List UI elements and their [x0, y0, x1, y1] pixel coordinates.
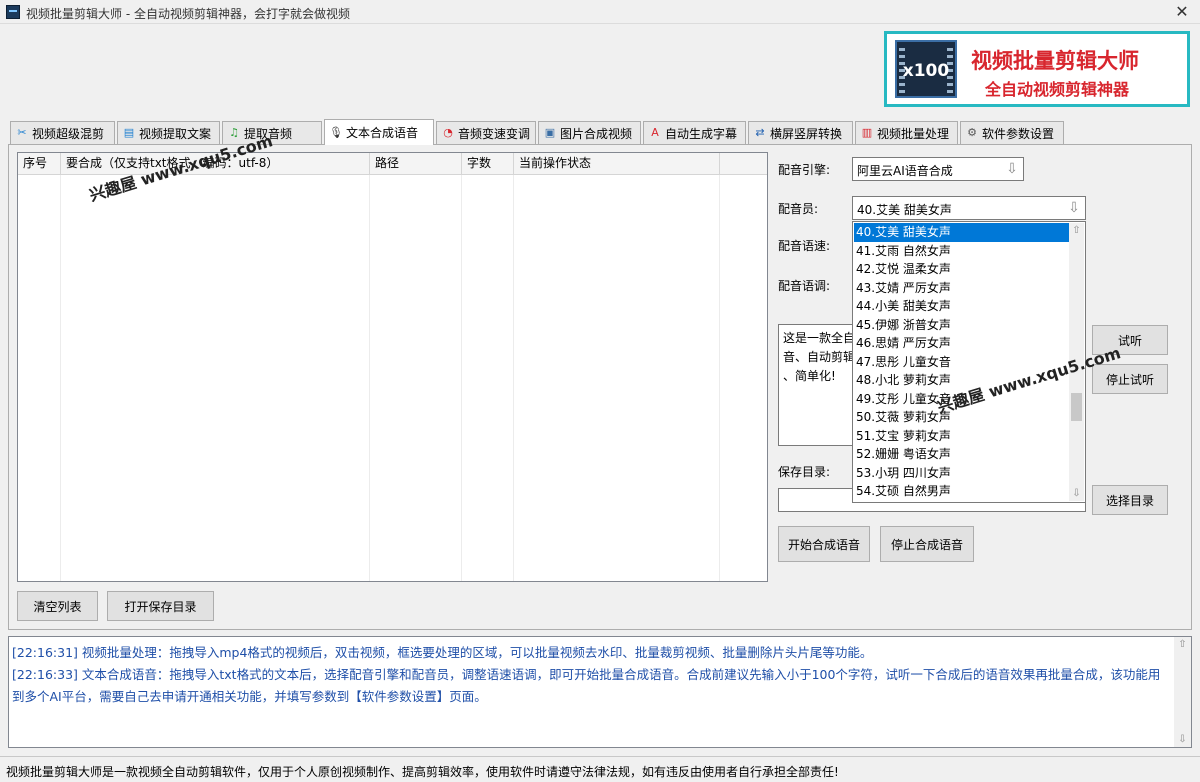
tab-label: 视频提取文案 — [139, 126, 212, 141]
column-divider — [60, 175, 61, 581]
voice-option[interactable]: 54.艾硕 自然男声 — [854, 482, 1070, 501]
tab-label: 视频批量处理 — [877, 126, 950, 141]
voice-option[interactable]: 41.艾雨 自然女声 — [854, 242, 1070, 261]
tab-label: 文本合成语音 — [346, 126, 419, 140]
voice-options: 40.艾美 甜美女声 41.艾雨 自然女声 42.艾悦 温柔女声 43.艾婧 严厉女声… — [854, 223, 1070, 501]
tab-label: 图片合成视频 — [560, 126, 633, 141]
picture-icon: ▣ — [544, 126, 556, 139]
voice-option[interactable]: 42.艾悦 温柔女声 — [854, 260, 1070, 279]
column-header-count[interactable]: 字数 — [462, 153, 514, 175]
logo-subtitle: 全自动视频剪辑神器 — [985, 80, 1130, 99]
column-header-status[interactable]: 当前操作状态 — [514, 153, 720, 175]
tab-1[interactable]: ✂ 视频超级混剪 — [10, 121, 115, 144]
tab-7[interactable]: A 自动生成字幕 — [643, 121, 746, 144]
status-bar: 视频批量剪辑大师是一款视频全自动剪辑软件，仅用于个人原创视频制作、提高剪辑效率，… — [0, 756, 1200, 782]
voice-option[interactable]: 51.艾宝 萝莉女声 — [854, 427, 1070, 446]
tab-2[interactable]: ▤ 视频提取文案 — [117, 121, 220, 144]
column-divider — [513, 175, 514, 581]
choose-dir-button[interactable]: 选择目录 — [1092, 485, 1168, 515]
save-dir-label: 保存目录: — [778, 465, 831, 479]
tab-label: 音频变速变调 — [457, 126, 530, 141]
voice-option[interactable]: 53.小玥 四川女声 — [854, 464, 1070, 483]
log-line: [22:16:31] 视频批量处理：拖拽导入mp4格式的视频后，双击视频，框选要… — [12, 645, 873, 660]
tab-8[interactable]: ⇄ 横屏竖屏转换 — [748, 121, 853, 144]
voice-option[interactable]: 45.伊娜 浙普女声 — [854, 316, 1070, 335]
chevron-down-icon: ⇩ — [1068, 200, 1080, 216]
tab-10[interactable]: ⚙ 软件参数设置 — [960, 121, 1064, 144]
scissors-icon: ✂ — [17, 126, 27, 139]
logo-banner: x100 视频批量剪辑大师 全自动视频剪辑神器 — [884, 31, 1190, 107]
document-icon: ▤ — [123, 126, 135, 139]
file-list[interactable]: 序号 要合成（仅支持txt格式，编码：utf-8） 路径 字数 当前操作状态 — [17, 152, 768, 582]
scroll-thumb[interactable] — [1071, 393, 1082, 421]
window-title: 视频批量剪辑大师 - 全自动视频剪辑神器，会打字就会做视频 — [26, 7, 350, 21]
column-header-index[interactable]: 序号 — [18, 153, 61, 175]
engine-label: 配音引擎: — [778, 163, 831, 177]
tab-4[interactable]: 🎙 文本合成语音 — [324, 119, 434, 145]
status-text: 视频批量剪辑大师是一款视频全自动剪辑软件，仅用于个人原创视频制作、提高剪辑效率，… — [6, 765, 839, 779]
gear-icon: ⚙ — [967, 126, 977, 139]
scroll-down-icon[interactable]: ⇩ — [1069, 486, 1084, 501]
tab-6[interactable]: ▣ 图片合成视频 — [538, 121, 641, 144]
close-button[interactable]: ✕ — [1170, 2, 1194, 22]
font-icon: A — [651, 126, 659, 139]
column-divider — [369, 175, 370, 581]
speed-label: 配音语速: — [778, 239, 831, 253]
voice-value: 40.艾美 甜美女声 — [857, 203, 952, 217]
microphone-icon: 🎙 — [329, 125, 343, 139]
log-panel[interactable]: [22:16:31] 视频批量处理：拖拽导入mp4格式的视频后，双击视频，框选要… — [8, 636, 1192, 748]
scroll-down-icon[interactable]: ⇩ — [1174, 732, 1191, 747]
stop-synthesis-button[interactable]: 停止合成语音 — [880, 526, 974, 562]
pitch-label: 配音语调: — [778, 279, 831, 293]
column-header-path[interactable]: 路径 — [370, 153, 462, 175]
log-scrollbar[interactable]: ⇧ ⇩ — [1174, 637, 1191, 747]
scroll-up-icon[interactable]: ⇧ — [1069, 223, 1084, 238]
log-line: [22:16:33] 文本合成语音：拖拽导入txt格式的文本后，选择配音引擎和配… — [12, 667, 1161, 704]
scroll-up-icon[interactable]: ⇧ — [1174, 637, 1191, 652]
voice-option[interactable]: 52.姗姗 粤语女声 — [854, 445, 1070, 464]
tab-5[interactable]: ◔ 音频变速变调 — [436, 121, 536, 144]
tab-label: 视频超级混剪 — [32, 126, 105, 141]
tab-9[interactable]: ▥ 视频批量处理 — [855, 121, 958, 144]
clear-list-button[interactable]: 清空列表 — [17, 591, 98, 621]
gauge-icon: ◔ — [443, 126, 453, 139]
column-divider — [461, 175, 462, 581]
column-divider — [719, 175, 720, 581]
chevron-down-icon: ⇩ — [1006, 161, 1018, 177]
film-icon: ▥ — [861, 126, 873, 139]
logo-badge: x100 — [895, 40, 957, 98]
logo-badge-text: x100 — [902, 61, 950, 81]
stop-preview-button[interactable]: 停止试听 — [1092, 364, 1168, 394]
voice-select[interactable]: 40.艾美 甜美女声 ⇩ — [852, 196, 1086, 220]
engine-value: 阿里云AI语音合成 — [857, 164, 953, 178]
open-save-dir-button[interactable]: 打开保存目录 — [107, 591, 214, 621]
start-synthesis-button[interactable]: 开始合成语音 — [778, 526, 870, 562]
engine-select[interactable]: 阿里云AI语音合成 ⇩ — [852, 157, 1024, 181]
voice-option[interactable]: 43.艾婧 严厉女声 — [854, 279, 1070, 298]
title-bar: 视频批量剪辑大师 - 全自动视频剪辑神器，会打字就会做视频 ✕ — [0, 0, 1200, 24]
tab-label: 自动生成字幕 — [665, 126, 738, 141]
tab-label: 软件参数设置 — [982, 126, 1055, 141]
voice-option[interactable]: 46.思婧 严厉女声 — [854, 334, 1070, 353]
app-icon — [6, 5, 20, 19]
voice-option[interactable]: 40.艾美 甜美女声 — [854, 223, 1070, 242]
tab-strip: ✂ 视频超级混剪 ▤ 视频提取文案 ♫ 提取音频 🎙 文本合成语音 ◔ 音频变速变调 ▣ 图片合成视频… — [10, 119, 1070, 145]
voice-option[interactable]: 44.小美 甜美女声 — [854, 297, 1070, 316]
logo-title: 视频批量剪辑大师 — [971, 49, 1139, 73]
rotate-icon: ⇄ — [755, 126, 765, 139]
voice-label: 配音员: — [778, 202, 819, 216]
tab-label: 横屏竖屏转换 — [770, 126, 843, 141]
log-lines: [22:16:31] 视频批量处理：拖拽导入mp4格式的视频后，双击视频，框选要… — [12, 642, 1170, 708]
